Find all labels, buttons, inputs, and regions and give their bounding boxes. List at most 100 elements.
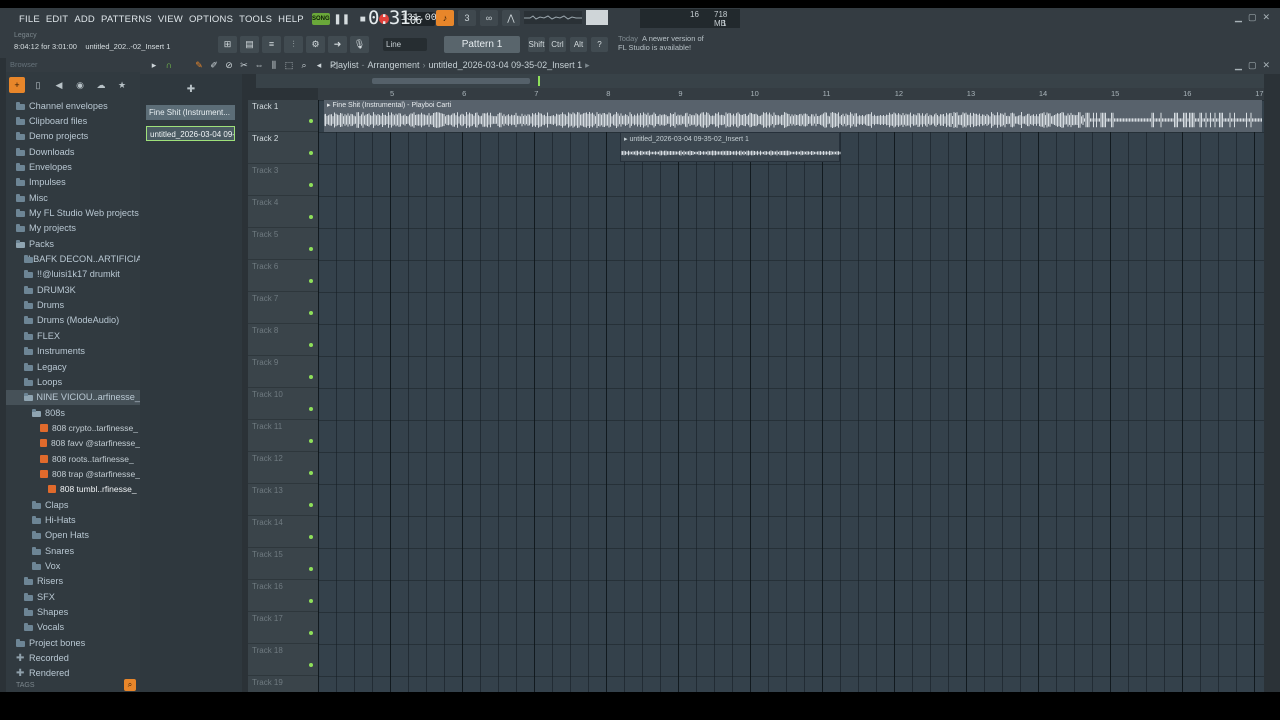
menu-edit[interactable]: EDIT	[44, 14, 70, 25]
alt-key[interactable]: Alt	[570, 37, 587, 52]
playlist-maximize-icon[interactable]: ▢	[1248, 60, 1257, 71]
track-header[interactable]: Track 5	[248, 228, 318, 260]
browser-item[interactable]: Legacy	[6, 359, 140, 374]
master-volume-meter[interactable]	[586, 10, 608, 25]
track-header[interactable]: Track 11	[248, 420, 318, 452]
paint-icon[interactable]: ✐	[208, 60, 220, 71]
track-mute-led[interactable]	[309, 535, 313, 539]
track-mute-led[interactable]	[309, 343, 313, 347]
menu-view[interactable]: VIEW	[156, 14, 185, 25]
playlist-menu-arrow-icon[interactable]: ▸	[148, 60, 160, 71]
track-mute-led[interactable]	[309, 631, 313, 635]
browser-item[interactable]: FLEX	[6, 328, 140, 343]
help-icon[interactable]: ?	[591, 37, 608, 52]
plugin-icon[interactable]: ⚙	[306, 36, 325, 53]
browser-item[interactable]: 808 crypto..tarfinesse_	[6, 420, 140, 435]
track-header[interactable]: Track 3	[248, 164, 318, 196]
track-mute-led[interactable]	[309, 471, 313, 475]
mute-icon[interactable]: ✂	[238, 60, 250, 71]
track-header[interactable]: Track 4	[248, 196, 318, 228]
browser-item[interactable]: Clipboard files	[6, 113, 140, 128]
browser-back-icon[interactable]: ◀	[51, 77, 67, 93]
track-mute-led[interactable]	[309, 663, 313, 667]
browser-item[interactable]: Instruments	[6, 344, 140, 359]
track-header[interactable]: Track 9	[248, 356, 318, 388]
song-time-display[interactable]: 0:3106	[368, 7, 422, 29]
browser-item[interactable]: My projects	[6, 221, 140, 236]
track-header[interactable]: Track 8	[248, 324, 318, 356]
shift-key[interactable]: Shift	[528, 37, 545, 52]
browser-item[interactable]: Vocals	[6, 620, 140, 635]
track-mute-led[interactable]	[309, 503, 313, 507]
browser-item[interactable]: Drums (ModeAudio)	[6, 313, 140, 328]
step-edit-icon[interactable]: ⋀	[502, 10, 520, 26]
track-mute-led[interactable]	[309, 247, 313, 251]
browser-item[interactable]: SFX	[6, 589, 140, 604]
browser-item[interactable]: Downloads	[6, 144, 140, 159]
track-mute-led[interactable]	[309, 215, 313, 219]
browser-item[interactable]: !!@luisi1k17 drumkit	[6, 267, 140, 282]
microphone-icon[interactable]: 🎙	[350, 36, 369, 53]
arrow-icon[interactable]: ➜	[328, 36, 347, 53]
pattern-selector[interactable]: Pattern 1	[444, 36, 520, 53]
song-mode-button[interactable]: SONG	[311, 13, 330, 25]
track-mute-led[interactable]	[309, 119, 313, 123]
browser-item[interactable]: Snares	[6, 543, 140, 558]
delete-icon[interactable]: ⊘	[223, 60, 235, 71]
ctrl-key[interactable]: Ctrl	[549, 37, 566, 52]
browser-item[interactable]: Demo projects	[6, 129, 140, 144]
piano-roll-icon[interactable]: ≡	[262, 36, 281, 53]
track-mute-led[interactable]	[309, 407, 313, 411]
browser-item[interactable]: Channel envelopes	[6, 98, 140, 113]
browser-item[interactable]: Envelopes	[6, 159, 140, 174]
audio-clip-track-2[interactable]: ▸ untitled_2026-03-04 09-35-02_Insert 1	[620, 132, 841, 162]
browser-item[interactable]: ! BAFK DECON..ARTIFICIAL	[6, 251, 140, 266]
playhead-marker[interactable]	[538, 76, 540, 86]
browser-item[interactable]: 808 trap @starfinesse_	[6, 466, 140, 481]
browser-item[interactable]: NINE VICIOU..arfinesse_	[6, 389, 140, 405]
playlist-icon[interactable]: ⊞	[218, 36, 237, 53]
track-header[interactable]: Track 6	[248, 260, 318, 292]
horizontal-scroll[interactable]	[256, 74, 1264, 88]
browser-item[interactable]: Misc	[6, 190, 140, 205]
snap-selector[interactable]: Line	[383, 38, 427, 51]
track-header[interactable]: Track 15	[248, 548, 318, 580]
browser-item[interactable]: Hi-Hats	[6, 512, 140, 527]
select-icon[interactable]: ⬚	[283, 60, 295, 71]
browser-cloud-icon[interactable]: ☁	[93, 77, 109, 93]
track-header[interactable]: Track 2	[248, 132, 318, 164]
track-mute-led[interactable]	[309, 183, 313, 187]
menu-add[interactable]: ADD	[72, 14, 97, 25]
browser-item[interactable]: 808 roots..tarfinesse_	[6, 451, 140, 466]
browser-item[interactable]: 808 favv @starfinesse_	[6, 436, 140, 451]
picker-add-icon[interactable]: ✚	[140, 84, 242, 98]
browser-item[interactable]: Loops	[6, 374, 140, 389]
vertical-scrollbar[interactable]	[1264, 74, 1280, 692]
close-icon[interactable]: ✕	[1262, 12, 1270, 23]
browser-item[interactable]: Shapes	[6, 604, 140, 619]
playlist-close-icon[interactable]: ✕	[1262, 60, 1270, 71]
audio-clip-track-1[interactable]: ▸ Fine Shit (Instrumental) - Playboi Car…	[324, 100, 1262, 132]
metronome-icon[interactable]: ♪	[436, 10, 454, 26]
maximize-icon[interactable]: ▢	[1248, 12, 1257, 23]
browser-item[interactable]: ✚ Recorded	[6, 650, 140, 665]
track-header[interactable]: Track 1	[248, 100, 318, 132]
browser-item[interactable]: 808s	[6, 405, 140, 420]
playback-icon[interactable]: ◂	[313, 60, 325, 71]
playlist-grid[interactable]	[318, 100, 1264, 692]
track-header[interactable]: Track 10	[248, 388, 318, 420]
menu-patterns[interactable]: PATTERNS	[99, 14, 154, 25]
browser-plugin-icon[interactable]: ◉	[72, 77, 88, 93]
browser-item[interactable]: Risers	[6, 574, 140, 589]
track-mute-led[interactable]	[309, 439, 313, 443]
track-mute-led[interactable]	[309, 279, 313, 283]
track-mute-led[interactable]	[309, 375, 313, 379]
mixer-icon[interactable]: ⫶	[284, 36, 303, 53]
browser-item[interactable]: Vox	[6, 558, 140, 573]
browser-item[interactable]: Packs	[6, 236, 140, 251]
minimize-icon[interactable]: ▁	[1235, 12, 1242, 23]
picker-item-audio-clip[interactable]: Fine Shit (Instrument...	[146, 105, 235, 120]
track-header[interactable]: Track 17	[248, 612, 318, 644]
magnet-icon[interactable]: ∩	[163, 60, 175, 71]
browser-file-icon[interactable]: ▯	[30, 77, 46, 93]
